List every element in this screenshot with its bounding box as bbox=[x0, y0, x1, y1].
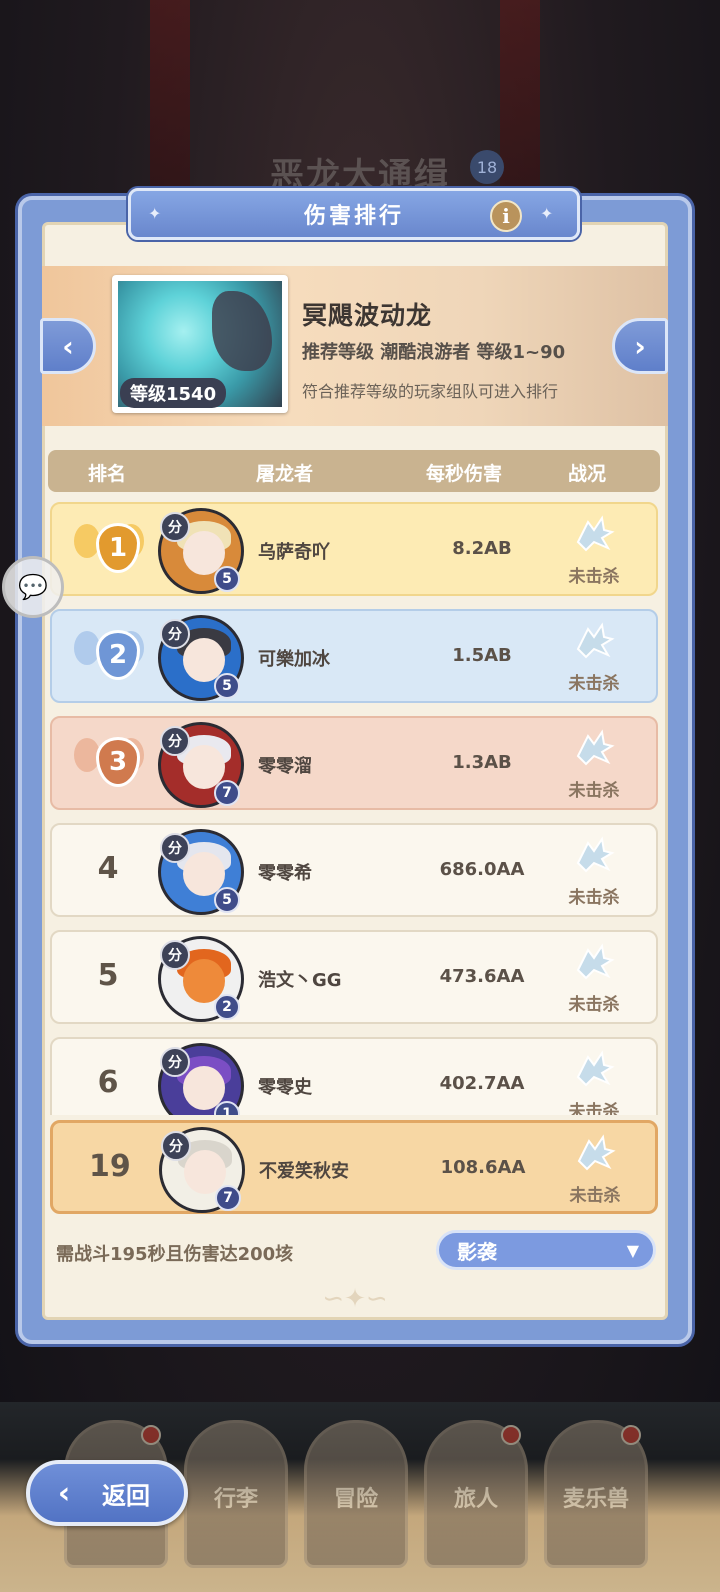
notification-dot bbox=[621, 1425, 641, 1445]
status-label: 未击杀 bbox=[569, 1186, 621, 1206]
dragon-head-icon bbox=[576, 943, 615, 980]
chat-icon[interactable]: 💬 bbox=[2, 556, 64, 618]
class-filter-dropdown[interactable]: 影袭 ▼ bbox=[436, 1230, 656, 1270]
dragon-head-icon bbox=[576, 836, 615, 873]
ranking-list[interactable]: 1 分 5 乌萨奇吖 8.2AB 未击杀 2 分 5 可樂加冰 1.5AB 未击… bbox=[48, 500, 662, 1115]
silver-medal-icon: 2 bbox=[90, 627, 146, 683]
table-row[interactable]: 1 分 5 乌萨奇吖 8.2AB 未击杀 bbox=[50, 502, 658, 596]
boss-level-badge: 等级1540 bbox=[120, 378, 227, 408]
status-label: 未击杀 bbox=[568, 567, 620, 587]
damage-value: 1.5AB bbox=[452, 645, 512, 666]
damage-value: 686.0AA bbox=[439, 859, 525, 880]
damage-value: 8.2AB bbox=[452, 538, 512, 559]
player-name: 零零史 bbox=[258, 1077, 312, 1098]
ornament-icon: ∽✦∽ bbox=[322, 1284, 388, 1314]
player-name: 零零希 bbox=[258, 863, 312, 884]
column-player: 屠龙者 bbox=[256, 463, 314, 485]
info-icon[interactable]: i bbox=[490, 200, 522, 232]
class-badge: 分 bbox=[160, 833, 190, 863]
gold-medal-icon: 1 bbox=[90, 520, 146, 576]
class-badge: 分 bbox=[160, 940, 190, 970]
rank-number: 4 bbox=[97, 851, 119, 886]
dragon-head-icon bbox=[577, 1134, 616, 1171]
boss-recommendation: 推荐等级 潮酷浪游者 等级1~90 bbox=[302, 342, 566, 363]
status-label: 未击杀 bbox=[568, 1102, 620, 1115]
requirement-text: 需战斗195秒且伤害达200垓 bbox=[56, 1244, 294, 1265]
back-arrow-icon: ‹ bbox=[57, 1475, 71, 1511]
caret-down-icon: ▼ bbox=[626, 1241, 639, 1260]
damage-value: 1.3AB bbox=[452, 752, 512, 773]
rank-number: 5 bbox=[97, 958, 119, 993]
level-badge: 2 bbox=[214, 994, 240, 1020]
class-badge: 分 bbox=[160, 726, 190, 756]
nav-luggage-button[interactable]: 行李 bbox=[184, 1420, 288, 1568]
class-badge: 分 bbox=[160, 512, 190, 542]
level-badge: 5 bbox=[214, 566, 240, 592]
filter-value: 影袭 bbox=[457, 1239, 497, 1264]
nav-adventure-label: 冒险 bbox=[333, 1487, 378, 1512]
rank-number: 19 bbox=[89, 1149, 131, 1184]
nav-pet-button[interactable]: 麦乐兽 bbox=[544, 1420, 648, 1568]
player-name: 乌萨奇吖 bbox=[258, 542, 330, 563]
dragon-head-icon bbox=[576, 1050, 615, 1087]
notification-dot bbox=[501, 1425, 521, 1445]
nav-luggage-label: 行李 bbox=[213, 1487, 258, 1512]
my-rank-row[interactable]: 19 分 7 不爱笑秋安 108.6AA 未击杀 bbox=[50, 1120, 658, 1214]
rank-number: 3 bbox=[96, 737, 140, 787]
table-row[interactable]: 6 分 1 零零史 402.7AA 未击杀 bbox=[50, 1037, 658, 1115]
class-badge: 分 bbox=[160, 1047, 190, 1077]
dragon-head-icon bbox=[576, 515, 615, 552]
rank-number: 2 bbox=[96, 630, 140, 680]
level-badge: 5 bbox=[214, 673, 240, 699]
nav-adventure-button[interactable]: 冒险 bbox=[304, 1420, 408, 1568]
panel-title-text: 伤害排行 bbox=[303, 204, 404, 229]
boss-name: 冥飓波动龙 bbox=[302, 301, 433, 330]
status-label: 未击杀 bbox=[568, 995, 620, 1015]
player-name: 浩文丶GG bbox=[258, 970, 342, 991]
player-name: 零零溜 bbox=[258, 756, 312, 777]
damage-value: 402.7AA bbox=[439, 1073, 525, 1094]
column-status: 战况 bbox=[568, 463, 607, 485]
class-badge: 分 bbox=[160, 619, 190, 649]
damage-value: 108.6AA bbox=[440, 1157, 526, 1178]
background-badge: 18 bbox=[470, 150, 504, 184]
chevron-right-icon: › bbox=[634, 329, 646, 363]
nav-traveler-label: 旅人 bbox=[453, 1487, 498, 1512]
damage-value: 473.6AA bbox=[439, 966, 525, 987]
status-label: 未击杀 bbox=[568, 781, 620, 801]
dragon-head-icon bbox=[576, 729, 615, 766]
next-boss-button[interactable]: › bbox=[612, 318, 668, 374]
table-header: 排名 屠龙者 每秒伤害 战况 bbox=[48, 450, 660, 492]
rank-number: 6 bbox=[97, 1065, 119, 1100]
back-button[interactable]: ‹ 返回 bbox=[26, 1460, 188, 1526]
table-row[interactable]: 2 分 5 可樂加冰 1.5AB 未击杀 bbox=[50, 609, 658, 703]
sparkle-icon: ✦ bbox=[148, 204, 162, 223]
bronze-medal-icon: 3 bbox=[90, 734, 146, 790]
rank-number: 1 bbox=[96, 523, 140, 573]
nav-pet-label: 麦乐兽 bbox=[562, 1487, 629, 1512]
table-row[interactable]: 3 分 7 零零溜 1.3AB 未击杀 bbox=[50, 716, 658, 810]
status-label: 未击杀 bbox=[568, 888, 620, 908]
status-label: 未击杀 bbox=[568, 674, 620, 694]
prev-boss-button[interactable]: ‹ bbox=[40, 318, 96, 374]
table-row[interactable]: 5 分 2 浩文丶GG 473.6AA 未击杀 bbox=[50, 930, 658, 1024]
player-name: 不爱笑秋安 bbox=[259, 1161, 349, 1182]
column-dps: 每秒伤害 bbox=[426, 463, 503, 485]
back-label: 返回 bbox=[102, 1481, 150, 1510]
sparkle-icon: ✦ bbox=[540, 204, 554, 223]
column-rank: 排名 bbox=[88, 463, 127, 485]
table-row[interactable]: 4 分 5 零零希 686.0AA 未击杀 bbox=[50, 823, 658, 917]
notification-dot bbox=[141, 1425, 161, 1445]
player-name: 可樂加冰 bbox=[258, 649, 330, 670]
boss-note: 符合推荐等级的玩家组队可进入排行 bbox=[302, 382, 559, 401]
dragon-head-icon bbox=[576, 622, 615, 659]
level-badge: 5 bbox=[214, 887, 240, 913]
level-badge: 7 bbox=[215, 1185, 241, 1211]
class-badge: 分 bbox=[161, 1131, 191, 1161]
nav-traveler-button[interactable]: 旅人 bbox=[424, 1420, 528, 1568]
level-badge: 7 bbox=[214, 780, 240, 806]
chevron-left-icon: ‹ bbox=[62, 329, 74, 363]
